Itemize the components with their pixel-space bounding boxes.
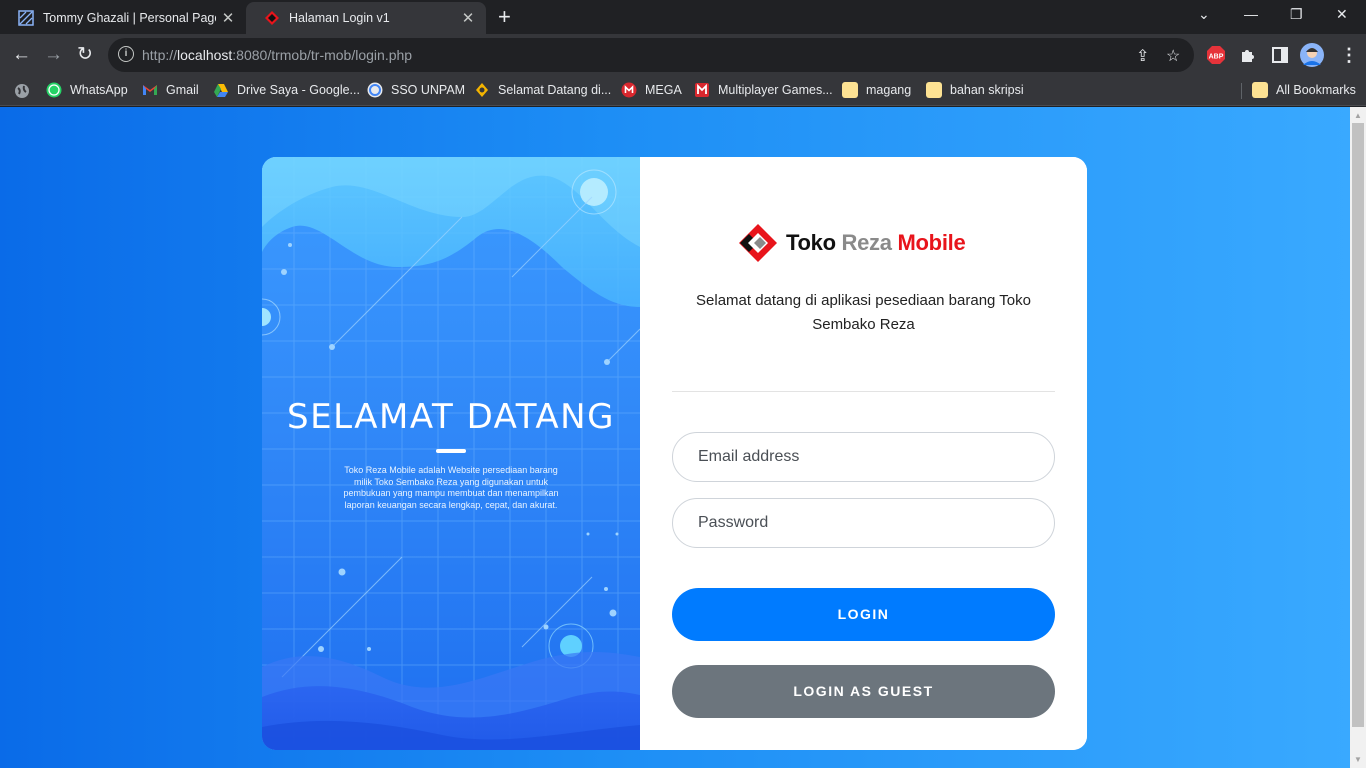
bookmark-label: Multiplayer Games... bbox=[718, 83, 833, 97]
bookmark-mega[interactable]: MEGA bbox=[621, 82, 682, 98]
bookmark-whatsapp[interactable]: WhatsApp bbox=[46, 82, 128, 98]
side-panel-icon[interactable] bbox=[1271, 46, 1289, 64]
login-card: SELAMAT DATANG Toko Reza Mobile adalah W… bbox=[262, 157, 1087, 750]
browser-toolbar: ← → ↻ i http://localhost:8080/trmob/tr-m… bbox=[0, 34, 1366, 76]
university-logo-icon bbox=[476, 83, 488, 97]
hero-divider bbox=[436, 449, 466, 453]
minimize-icon[interactable]: — bbox=[1244, 6, 1258, 22]
toko-reza-favicon-icon bbox=[265, 11, 279, 25]
page-background: SELAMAT DATANG Toko Reza Mobile adalah W… bbox=[0, 107, 1350, 768]
toko-reza-logo-icon bbox=[739, 224, 777, 262]
bookmark-label: SSO UNPAM bbox=[391, 83, 466, 97]
url-text[interactable]: http://localhost:8080/trmob/tr-mob/login… bbox=[142, 47, 412, 63]
hero-description: Toko Reza Mobile adalah Website persedia… bbox=[343, 465, 559, 510]
form-divider bbox=[672, 391, 1055, 392]
bookmark-folder-magang[interactable]: magang bbox=[842, 82, 911, 98]
tab-title: Tommy Ghazali | Personal Pages bbox=[43, 11, 216, 25]
extensions-puzzle-icon[interactable] bbox=[1239, 46, 1257, 64]
bookmarks-bar: WhatsApp Gmail Drive Saya - Google... SS… bbox=[0, 76, 1366, 106]
svg-text:ABP: ABP bbox=[1209, 54, 1224, 61]
new-tab-plus-icon[interactable]: + bbox=[498, 6, 511, 28]
menu-kebab-icon[interactable]: ⋮ bbox=[1340, 44, 1358, 66]
bookmark-label: All Bookmarks bbox=[1276, 83, 1356, 97]
email-field[interactable]: Email address bbox=[672, 432, 1055, 482]
tab-login[interactable]: Halaman Login v1 ✕ bbox=[246, 2, 486, 34]
scroll-down-arrow-icon[interactable]: ▼ bbox=[1354, 755, 1362, 764]
bookmark-star-icon[interactable]: ☆ bbox=[1166, 46, 1180, 66]
close-window-icon[interactable]: ✕ bbox=[1336, 6, 1348, 23]
reload-icon[interactable]: ↻ bbox=[77, 44, 93, 66]
folder-icon bbox=[926, 82, 942, 98]
sso-unpam-icon bbox=[367, 82, 383, 98]
whatsapp-icon bbox=[46, 82, 62, 98]
bookmark-label: Drive Saya - Google... bbox=[237, 83, 360, 97]
hero-title: SELAMAT DATANG bbox=[287, 397, 615, 437]
back-arrow-icon[interactable]: ← bbox=[12, 44, 31, 66]
bookmark-label: MEGA bbox=[645, 83, 682, 97]
password-field[interactable]: Password bbox=[672, 498, 1055, 548]
address-bar[interactable]: i http://localhost:8080/trmob/tr-mob/log… bbox=[108, 38, 1194, 72]
tab-title: Halaman Login v1 bbox=[289, 11, 390, 25]
bookmark-folder-bahan-skripsi[interactable]: bahan skripsi bbox=[926, 82, 1024, 98]
profile-avatar[interactable] bbox=[1300, 43, 1324, 67]
page-scrollbar[interactable]: ▲ ▼ bbox=[1350, 107, 1366, 768]
mega-icon bbox=[621, 82, 637, 98]
tab-search-chevron-icon[interactable]: ⌄ bbox=[1198, 6, 1210, 23]
gmail-icon bbox=[143, 85, 157, 95]
close-tab-icon[interactable]: ✕ bbox=[456, 9, 480, 27]
bookmark-selamat-datang[interactable]: Selamat Datang di... bbox=[474, 82, 611, 98]
scrollbar-thumb[interactable] bbox=[1352, 123, 1364, 727]
folder-icon bbox=[842, 82, 858, 98]
all-bookmarks-folder[interactable]: All Bookmarks bbox=[1252, 82, 1356, 98]
bookmark-drive[interactable]: Drive Saya - Google... bbox=[213, 82, 360, 98]
bookmark-label: Selamat Datang di... bbox=[498, 83, 612, 97]
site-info-icon[interactable]: i bbox=[118, 46, 134, 62]
tab-personal-pages[interactable]: Tommy Ghazali | Personal Pages ✕ bbox=[0, 2, 246, 34]
hero-panel: SELAMAT DATANG Toko Reza Mobile adalah W… bbox=[262, 157, 640, 750]
share-icon[interactable]: ⇪ bbox=[1136, 46, 1149, 66]
bookmark-label: magang bbox=[866, 83, 912, 97]
login-as-guest-button[interactable]: LOGIN AS GUEST bbox=[672, 665, 1055, 718]
restore-window-icon[interactable]: ❐ bbox=[1290, 6, 1303, 23]
brand-logo: Toko Reza Mobile bbox=[738, 223, 966, 263]
welcome-text: Selamat datang di aplikasi pesediaan bar… bbox=[696, 292, 1031, 333]
forward-arrow-icon[interactable]: → bbox=[44, 44, 63, 66]
apps-globe-icon[interactable] bbox=[14, 83, 30, 99]
hero-background-illustration bbox=[262, 157, 640, 750]
scroll-up-arrow-icon[interactable]: ▲ bbox=[1354, 111, 1362, 120]
folder-icon bbox=[1252, 82, 1268, 98]
close-tab-icon[interactable]: ✕ bbox=[216, 9, 240, 27]
login-form-panel: Toko Reza Mobile Selamat datang di aplik… bbox=[640, 157, 1087, 750]
login-button[interactable]: LOGIN bbox=[672, 588, 1055, 641]
bookmark-label: Gmail bbox=[166, 83, 199, 97]
bookmark-sso-unpam[interactable]: SSO UNPAM bbox=[367, 82, 465, 98]
bookmarks-divider bbox=[1241, 83, 1242, 99]
tab-strip: Tommy Ghazali | Personal Pages ✕ Halaman… bbox=[0, 0, 1366, 34]
brand-name: Toko Reza Mobile bbox=[786, 230, 966, 255]
google-drive-icon bbox=[214, 84, 228, 97]
bookmark-gmail[interactable]: Gmail bbox=[142, 82, 199, 98]
site-favicon-icon bbox=[18, 10, 34, 26]
bookmark-label: bahan skripsi bbox=[950, 83, 1024, 97]
bookmark-label: WhatsApp bbox=[70, 83, 128, 97]
games-icon bbox=[695, 83, 709, 97]
adblock-plus-icon[interactable]: ABP bbox=[1206, 45, 1226, 65]
bookmark-multiplayer-games[interactable]: Multiplayer Games... bbox=[694, 82, 833, 98]
